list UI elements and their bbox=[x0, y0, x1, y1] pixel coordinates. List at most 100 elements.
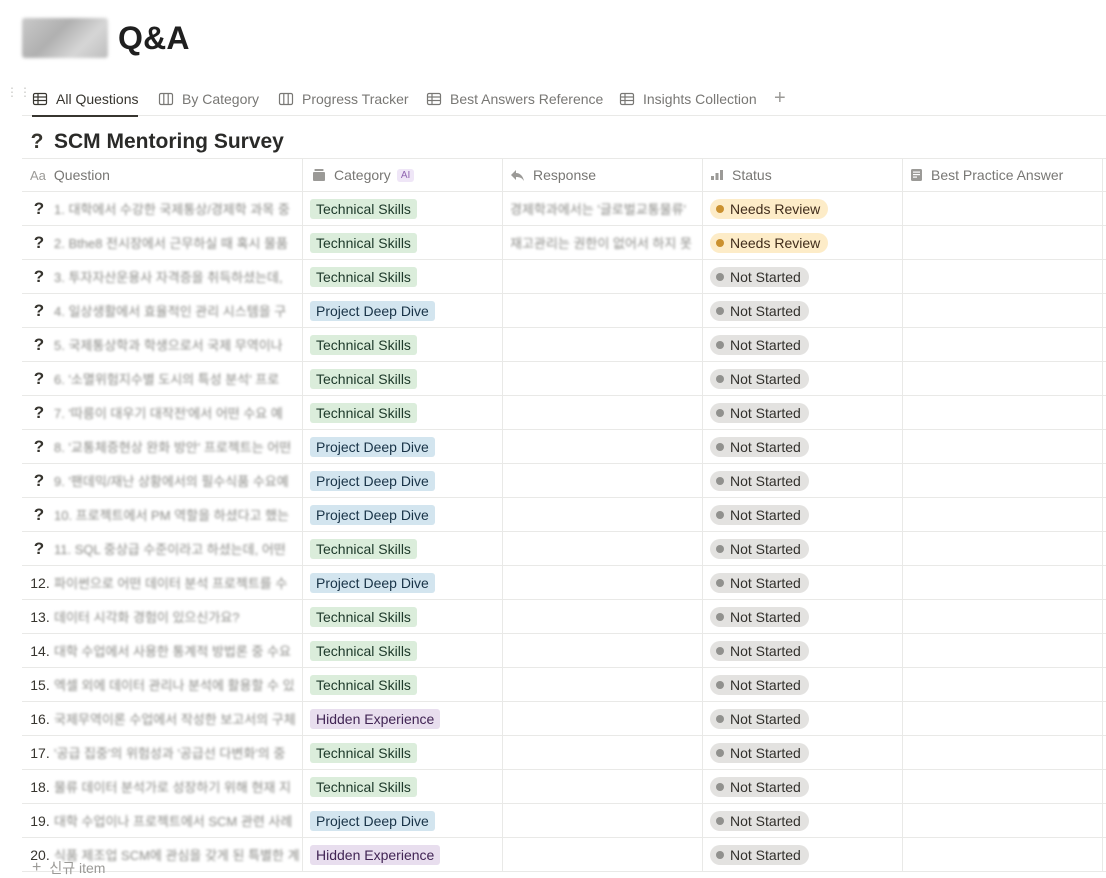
category-cell[interactable]: Hidden Experience bbox=[310, 702, 500, 735]
status-cell[interactable]: Needs Review bbox=[710, 192, 900, 225]
table-row[interactable]: 19. 대학 수업이나 프로젝트에서 SCM 관련 사례 Project Dee… bbox=[22, 804, 1106, 838]
question-cell[interactable]: 15. 엑셀 외에 데이터 관리나 분석에 활용할 수 있 bbox=[22, 668, 308, 701]
question-cell[interactable]: ? 1. 대학에서 수강한 국제통상/경제학 과목 중 bbox=[22, 192, 308, 225]
table-row[interactable]: 14. 대학 수업에서 사용한 통계적 방법론 중 수요 Technical S… bbox=[22, 634, 1106, 668]
column-divider[interactable] bbox=[702, 159, 703, 191]
best-answer-cell[interactable] bbox=[910, 702, 1100, 735]
add-view-icon[interactable]: + bbox=[774, 86, 786, 110]
best-answer-cell[interactable] bbox=[910, 226, 1100, 259]
best-answer-cell[interactable] bbox=[910, 498, 1100, 531]
column-divider[interactable] bbox=[902, 159, 903, 191]
question-cell[interactable]: 16. 국제무역이론 수업에서 작성한 보고서의 구체 bbox=[22, 702, 308, 735]
category-cell[interactable]: Technical Skills bbox=[310, 736, 500, 769]
best-answer-cell[interactable] bbox=[910, 294, 1100, 327]
best-answer-cell[interactable] bbox=[910, 192, 1100, 225]
question-cell[interactable]: ? 11. SQL 중상급 수준이라고 하셨는데, 어떤 bbox=[22, 532, 308, 565]
response-cell[interactable] bbox=[510, 736, 700, 769]
column-divider[interactable] bbox=[502, 159, 503, 191]
question-cell[interactable]: ? 8. '교통체증현상 완화 방안' 프로젝트는 어떤 bbox=[22, 430, 308, 463]
category-cell[interactable]: Project Deep Dive bbox=[310, 430, 500, 463]
best-answer-cell[interactable] bbox=[910, 736, 1100, 769]
table-row[interactable]: 16. 국제무역이론 수업에서 작성한 보고서의 구체 Hidden Exper… bbox=[22, 702, 1106, 736]
column-header-question[interactable]: Aa Question bbox=[30, 159, 300, 191]
status-cell[interactable]: Not Started bbox=[710, 804, 900, 837]
question-cell[interactable]: 17. '공급 집중'의 위험성과 '공급선 다변화'의 중 bbox=[22, 736, 308, 769]
category-cell[interactable]: Project Deep Dive bbox=[310, 498, 500, 531]
tab-by-category[interactable]: By Category bbox=[158, 82, 259, 116]
best-answer-cell[interactable] bbox=[910, 430, 1100, 463]
best-answer-cell[interactable] bbox=[910, 838, 1100, 871]
question-cell[interactable]: ? 10. 프로젝트에서 PM 역할을 하셨다고 했는 bbox=[22, 498, 308, 531]
status-cell[interactable]: Not Started bbox=[710, 260, 900, 293]
table-row[interactable]: 15. 엑셀 외에 데이터 관리나 분석에 활용할 수 있 Technical … bbox=[22, 668, 1106, 702]
table-row[interactable]: ? 7. '따릉이 대우기 대작전'에서 어떤 수요 예 Technical S… bbox=[22, 396, 1106, 430]
status-cell[interactable]: Not Started bbox=[710, 498, 900, 531]
column-header-status[interactable]: Status bbox=[710, 159, 900, 191]
status-cell[interactable]: Not Started bbox=[710, 294, 900, 327]
table-row[interactable]: ? 6. '소멸위험지수별 도시의 특성 분석' 프로 Technical Sk… bbox=[22, 362, 1106, 396]
response-cell[interactable] bbox=[510, 600, 700, 633]
tab-progress-tracker[interactable]: Progress Tracker bbox=[278, 82, 409, 116]
database-title[interactable]: SCM Mentoring Survey bbox=[54, 130, 284, 154]
question-cell[interactable]: 18. 물류 데이터 분석가로 성장하기 위해 현재 지 bbox=[22, 770, 308, 803]
table-row[interactable]: 17. '공급 집중'의 위험성과 '공급선 다변화'의 중 Technical… bbox=[22, 736, 1106, 770]
best-answer-cell[interactable] bbox=[910, 770, 1100, 803]
table-row[interactable]: ? 2. Bthe8 전시장에서 근무하실 때 혹시 물품 Technical … bbox=[22, 226, 1106, 260]
status-cell[interactable]: Not Started bbox=[710, 532, 900, 565]
category-cell[interactable]: Technical Skills bbox=[310, 362, 500, 395]
response-cell[interactable] bbox=[510, 396, 700, 429]
category-cell[interactable]: Project Deep Dive bbox=[310, 464, 500, 497]
status-cell[interactable]: Not Started bbox=[710, 736, 900, 769]
category-cell[interactable]: Hidden Experience bbox=[310, 838, 500, 871]
tab-insights-collection[interactable]: Insights Collection bbox=[619, 82, 757, 116]
status-cell[interactable]: Not Started bbox=[710, 634, 900, 667]
column-header-best-practice-answer[interactable]: Best Practice Answer bbox=[910, 159, 1100, 191]
question-cell[interactable]: ? 7. '따릉이 대우기 대작전'에서 어떤 수요 예 bbox=[22, 396, 308, 429]
response-cell[interactable] bbox=[510, 464, 700, 497]
table-row[interactable]: ? 4. 일상생활에서 효율적인 관리 시스템을 구 Project Deep … bbox=[22, 294, 1106, 328]
response-cell[interactable]: 재고관리는 권한이 없어서 하지 못 bbox=[510, 226, 700, 259]
status-cell[interactable]: Not Started bbox=[710, 600, 900, 633]
table-row[interactable]: ? 3. 투자자산운용사 자격증을 취득하셨는데, Technical Skil… bbox=[22, 260, 1106, 294]
table-row[interactable]: 13. 데이터 시각화 경험이 있으신가요? Technical Skills … bbox=[22, 600, 1106, 634]
table-row[interactable]: 12. 파이썬으로 어떤 데이터 분석 프로젝트를 수 Project Deep… bbox=[22, 566, 1106, 600]
best-answer-cell[interactable] bbox=[910, 328, 1100, 361]
question-cell[interactable]: ? 2. Bthe8 전시장에서 근무하실 때 혹시 물품 bbox=[22, 226, 308, 259]
question-cell[interactable]: ? 9. '팬데믹/재난 상황에서의 필수식품 수요예 bbox=[22, 464, 308, 497]
category-cell[interactable]: Technical Skills bbox=[310, 226, 500, 259]
table-row[interactable]: ? 8. '교통체증현상 완화 방안' 프로젝트는 어떤 Project Dee… bbox=[22, 430, 1106, 464]
category-cell[interactable]: Technical Skills bbox=[310, 192, 500, 225]
response-cell[interactable] bbox=[510, 804, 700, 837]
best-answer-cell[interactable] bbox=[910, 804, 1100, 837]
response-cell[interactable] bbox=[510, 634, 700, 667]
best-answer-cell[interactable] bbox=[910, 464, 1100, 497]
status-cell[interactable]: Not Started bbox=[710, 668, 900, 701]
category-cell[interactable]: Technical Skills bbox=[310, 668, 500, 701]
question-cell[interactable]: 19. 대학 수업이나 프로젝트에서 SCM 관련 사례 bbox=[22, 804, 308, 837]
category-cell[interactable]: Project Deep Dive bbox=[310, 566, 500, 599]
question-cell[interactable]: ? 4. 일상생활에서 효율적인 관리 시스템을 구 bbox=[22, 294, 308, 327]
new-item-button[interactable]: + 신규 item bbox=[32, 858, 105, 878]
response-cell[interactable] bbox=[510, 362, 700, 395]
best-answer-cell[interactable] bbox=[910, 668, 1100, 701]
question-cell[interactable]: ? 3. 투자자산운용사 자격증을 취득하셨는데, bbox=[22, 260, 308, 293]
response-cell[interactable] bbox=[510, 294, 700, 327]
status-cell[interactable]: Not Started bbox=[710, 566, 900, 599]
category-cell[interactable]: Technical Skills bbox=[310, 532, 500, 565]
best-answer-cell[interactable] bbox=[910, 634, 1100, 667]
question-cell[interactable]: 12. 파이썬으로 어떤 데이터 분석 프로젝트를 수 bbox=[22, 566, 308, 599]
tab-all-questions[interactable]: All Questions bbox=[32, 82, 139, 117]
status-cell[interactable]: Not Started bbox=[710, 838, 900, 871]
category-cell[interactable]: Technical Skills bbox=[310, 328, 500, 361]
column-divider[interactable] bbox=[302, 159, 303, 191]
best-answer-cell[interactable] bbox=[910, 566, 1100, 599]
best-answer-cell[interactable] bbox=[910, 600, 1100, 633]
question-cell[interactable]: 13. 데이터 시각화 경험이 있으신가요? bbox=[22, 600, 308, 633]
status-cell[interactable]: Not Started bbox=[710, 396, 900, 429]
status-cell[interactable]: Not Started bbox=[710, 770, 900, 803]
category-cell[interactable]: Technical Skills bbox=[310, 600, 500, 633]
table-row[interactable]: ? 1. 대학에서 수강한 국제통상/경제학 과목 중 Technical Sk… bbox=[22, 192, 1106, 226]
question-cell[interactable]: ? 5. 국제통상학과 학생으로서 국제 무역이나 bbox=[22, 328, 308, 361]
response-cell[interactable] bbox=[510, 260, 700, 293]
table-row[interactable]: ? 11. SQL 중상급 수준이라고 하셨는데, 어떤 Technical S… bbox=[22, 532, 1106, 566]
